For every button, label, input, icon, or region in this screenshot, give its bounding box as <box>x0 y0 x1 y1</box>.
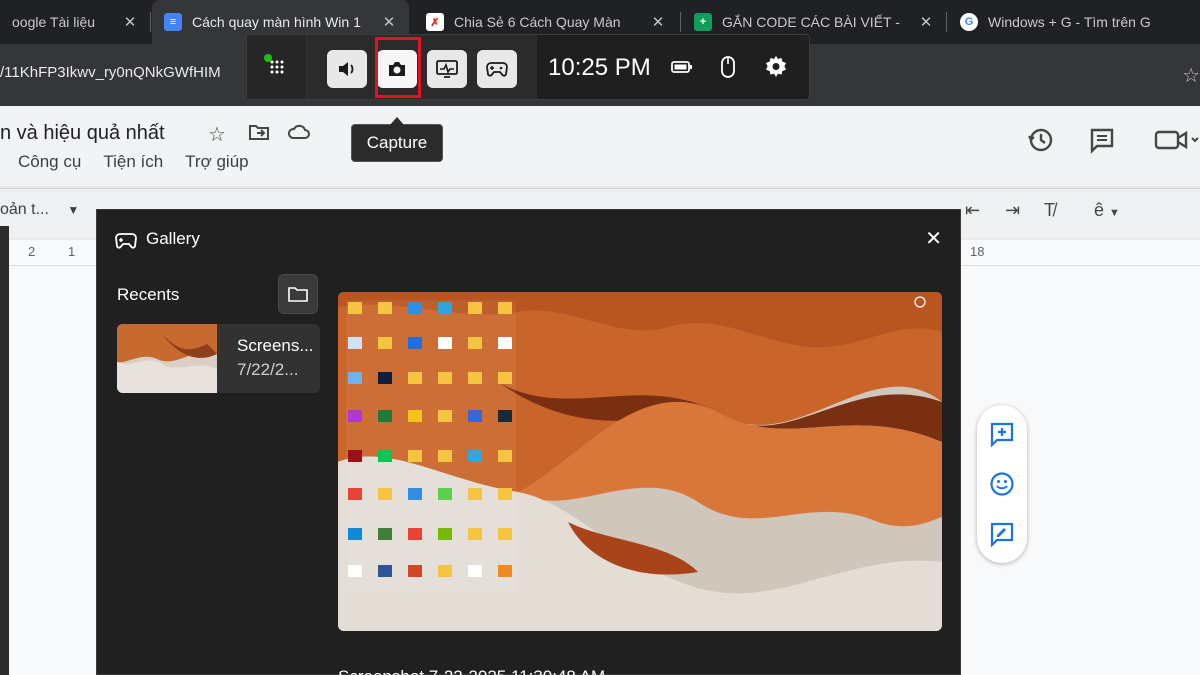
screenshot-preview[interactable] <box>338 292 942 631</box>
sheets-icon: + <box>694 13 712 31</box>
ruler-number: 18 <box>970 244 985 259</box>
menu-tools[interactable]: Công cụ <box>18 152 81 172</box>
version-history-icon[interactable] <box>1026 126 1054 159</box>
widget-grid-icon <box>270 60 284 74</box>
capture-highlight-box <box>375 37 421 98</box>
tab-title: GẮN CODE CÁC BÀI VIẾT - <box>722 14 900 30</box>
menu-extensions[interactable]: Tiện ích <box>103 152 163 172</box>
recent-capture-name: Screens... <box>237 336 314 355</box>
performance-icon <box>436 60 458 78</box>
left-panel-edge <box>0 226 9 675</box>
tab-close-icon[interactable]: ✕ <box>122 13 138 31</box>
gallery-icon <box>115 230 137 250</box>
docs-header <box>0 106 1200 186</box>
folder-icon <box>288 287 308 302</box>
tab-title: oogle Tài liệu <box>12 14 96 30</box>
recent-capture-thumbnail <box>117 324 217 393</box>
document-title[interactable]: n và hiệu quả nhất <box>0 122 165 145</box>
star-icon[interactable]: ☆ <box>208 122 226 147</box>
emoji-reaction-icon[interactable] <box>989 471 1015 497</box>
comments-icon[interactable] <box>1088 126 1116 159</box>
battery-icon <box>670 55 694 79</box>
gallery-panel: Gallery ✕ Recents Screens... 7/22/2... <box>96 209 961 675</box>
ruler-number: 1 <box>68 244 76 259</box>
tab-title: Chia Sẻ 6 Cách Quay Màn <box>454 14 621 30</box>
capture-tooltip: Capture <box>351 117 443 162</box>
clear-formatting-icon[interactable]: T̸ <box>1044 200 1055 221</box>
tab-google-docs[interactable]: oogle Tài liệu ✕ <box>0 0 150 44</box>
performance-button[interactable] <box>427 50 467 88</box>
menu-help[interactable]: Trợ giúp <box>185 152 248 172</box>
input-tools-icon[interactable]: ê ▼ <box>1094 200 1120 221</box>
widget-menu-button[interactable] <box>247 35 307 99</box>
tab-close-icon[interactable]: ✕ <box>918 13 934 31</box>
site-icon: ✗ <box>426 13 444 31</box>
tab-google-search[interactable]: G Windows + G - Tìm trên G <box>948 0 1200 44</box>
decrease-indent-icon[interactable]: ⇤ <box>965 200 980 221</box>
preview-caption: Screenshot 7-22-2025 11:30:48 AM <box>338 667 605 675</box>
close-icon[interactable]: ✕ <box>925 226 942 251</box>
docs-icon: ≡ <box>164 13 182 31</box>
tab-close-icon[interactable]: ✕ <box>650 13 666 31</box>
clock: 10:25 PM <box>548 54 651 81</box>
paragraph-style-select[interactable]: oản t... ▼ <box>0 201 79 219</box>
bookmark-star-icon[interactable]: ☆ <box>1182 63 1200 88</box>
recent-capture-item[interactable]: Screens... 7/22/2... <box>117 324 320 393</box>
increase-indent-icon[interactable]: ⇥ <box>1005 200 1020 221</box>
audio-icon <box>339 62 354 76</box>
widget-buttons <box>307 35 537 99</box>
open-folder-button[interactable] <box>278 274 318 314</box>
docs-menubar: Công cụ Tiện ích Trợ giúp <box>18 152 249 172</box>
gallery-title: Gallery <box>146 229 200 248</box>
side-actions <box>977 405 1027 563</box>
move-folder-icon[interactable] <box>248 122 270 148</box>
chevron-down-icon: ▼ <box>67 203 80 217</box>
cloud-saved-icon[interactable] <box>287 122 311 148</box>
recent-capture-date: 7/22/2... <box>237 360 299 379</box>
settings-icon[interactable] <box>764 55 788 79</box>
xbox-social-button[interactable] <box>477 50 517 88</box>
address-bar[interactable]: /11KhFP3Ikwv_ry0nQNkGWfHIM <box>0 64 221 81</box>
ruler-number: 2 <box>28 244 36 259</box>
gallery-header: Gallery ✕ <box>97 210 960 264</box>
recents-label: Recents <box>117 285 180 304</box>
audio-button[interactable] <box>327 50 367 88</box>
meet-icon[interactable] <box>1154 126 1200 159</box>
google-icon: G <box>960 13 978 31</box>
tab-close-icon[interactable]: ✕ <box>381 13 397 31</box>
tab-title: Cách quay màn hình Win 1 <box>192 14 361 30</box>
mouse-icon <box>716 55 740 79</box>
tab-title: Windows + G - Tìm trên G <box>988 14 1151 30</box>
suggest-edits-icon[interactable] <box>989 521 1015 548</box>
paragraph-style-value: oản t... <box>0 201 49 218</box>
add-comment-icon[interactable] <box>989 421 1015 448</box>
xbox-social-icon <box>486 62 508 77</box>
